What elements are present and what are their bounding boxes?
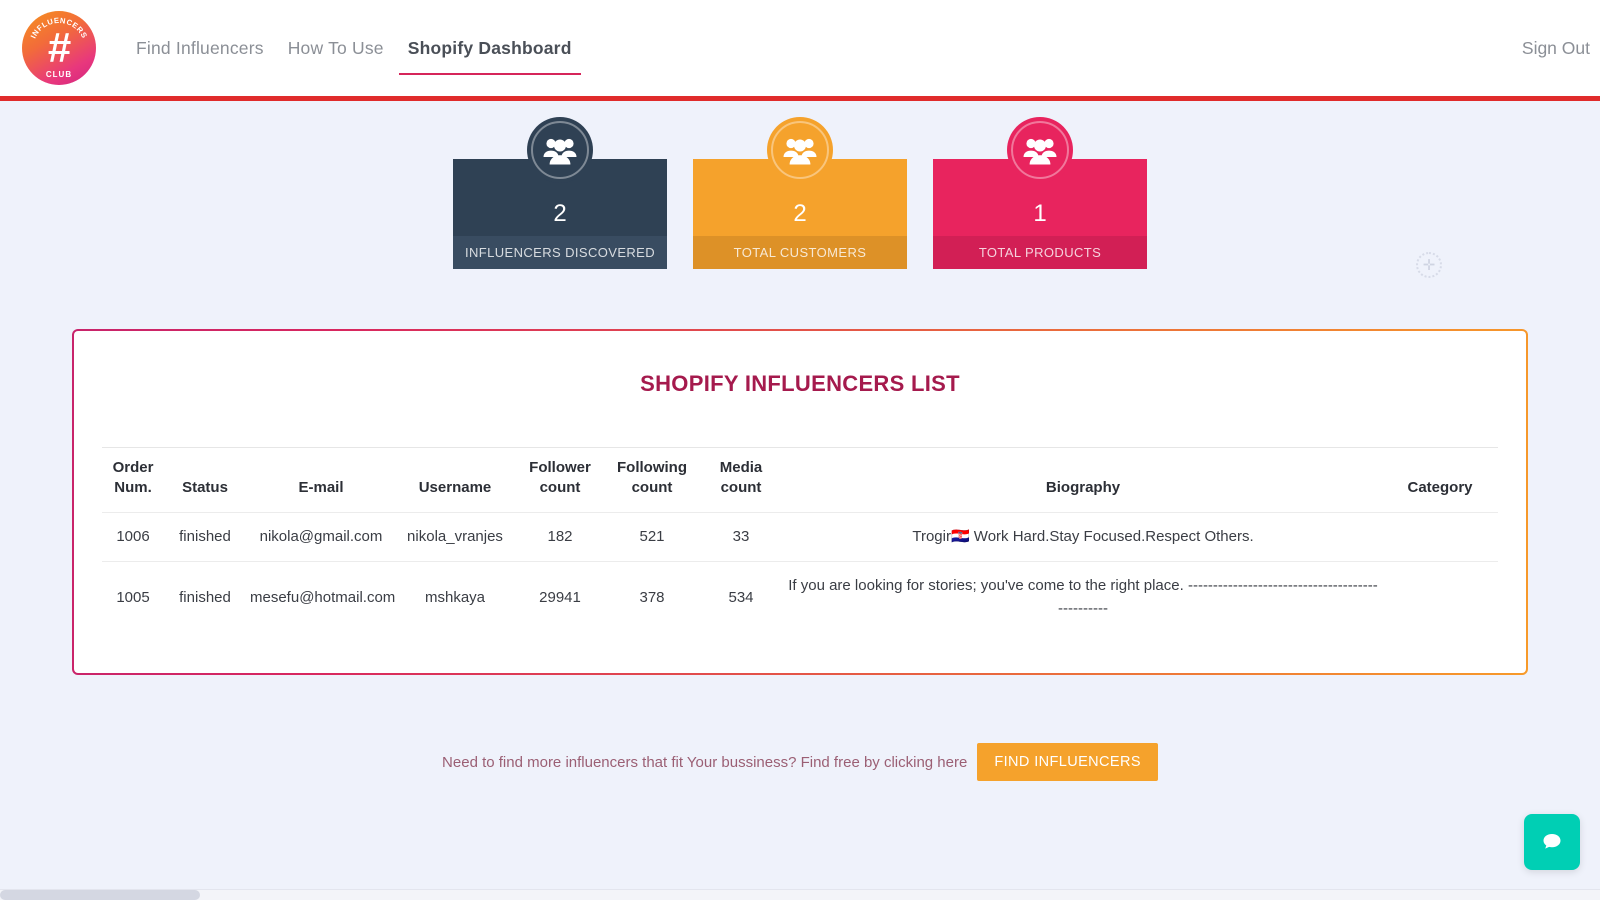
nav-right-group: Sign Out — [1522, 38, 1590, 59]
people-icon — [543, 138, 577, 165]
people-icon — [783, 138, 817, 165]
move-plus-icon[interactable]: ✛ — [1416, 252, 1442, 278]
logo-club-label: CLUB — [45, 70, 73, 79]
table-row[interactable]: 1006 finished nikola@gmail.com nikola_vr… — [102, 511, 1498, 562]
influencers-table: Order Num. Status E-mail Username Follow… — [102, 447, 1498, 634]
page-title: SHOPIFY INFLUENCERS LIST — [640, 371, 960, 396]
column-header-follower-count: Follower count — [514, 447, 606, 513]
stat-value-customers: 2 — [793, 200, 807, 227]
stat-card-total-products: 1 TOTAL PRODUCTS — [933, 117, 1147, 269]
header-line1-media: Media — [719, 459, 763, 476]
header-line2-order: Num. — [114, 478, 152, 496]
cell-media-count: 33 — [698, 511, 784, 562]
cell-username: nikola_vranjes — [396, 511, 514, 562]
cell-username: mshkaya — [396, 561, 514, 634]
influencers-panel-border: SHOPIFY INFLUENCERS LIST Order Num. Stat… — [72, 329, 1528, 676]
chat-bubble-icon — [1543, 834, 1561, 849]
cta-text: Need to find more influencers that fit Y… — [442, 753, 968, 771]
stat-value-influencers: 2 — [553, 200, 567, 227]
column-header-category: Category — [1382, 447, 1498, 513]
cell-media-count: 534 — [698, 561, 784, 634]
nav-links: Find Influencers How To Use Shopify Dash… — [124, 32, 584, 75]
cell-email: nikola@gmail.com — [246, 511, 396, 562]
sign-out-link[interactable]: Sign Out — [1522, 38, 1590, 59]
stat-card-influencers-discovered: 2 INFLUENCERS DISCOVERED — [453, 117, 667, 269]
cell-category — [1382, 511, 1498, 562]
stat-label-customers: TOTAL CUSTOMERS — [733, 245, 867, 260]
site-logo[interactable]: INFLUENCERS # CLUB — [22, 11, 96, 85]
column-header-order-num: Order Num. — [102, 447, 164, 513]
table-body: 1006 finished nikola@gmail.com nikola_vr… — [102, 511, 1498, 634]
cell-biography: If you are looking for stories; you've c… — [784, 561, 1382, 634]
header-line1-order: Order — [112, 459, 154, 476]
column-header-email: E-mail — [246, 447, 396, 513]
people-icon-badge-products — [1007, 117, 1073, 183]
find-influencers-button[interactable]: FIND INFLUENCERS — [977, 743, 1158, 782]
nav-link-find-influencers[interactable]: Find Influencers — [124, 32, 276, 65]
cell-biography: Trogir🇭🇷 Work Hard.Stay Focused.Respect … — [784, 511, 1382, 562]
people-icon-badge-influencers — [527, 117, 593, 183]
people-icon — [1023, 138, 1057, 165]
people-icon-badge-customers — [767, 117, 833, 183]
header-line2-follower: count — [539, 478, 581, 496]
logo-arc-label: INFLUENCERS — [29, 16, 89, 40]
stat-card-total-customers: 2 TOTAL CUSTOMERS — [693, 117, 907, 269]
cell-following-count: 521 — [606, 511, 698, 562]
stat-footer-products: TOTAL PRODUCTS — [933, 236, 1147, 269]
column-header-media-count: Media count — [698, 447, 784, 513]
nav-link-how-to-use[interactable]: How To Use — [276, 32, 396, 65]
cell-follower-count: 29941 — [514, 561, 606, 634]
cell-email: mesefu@hotmail.com — [246, 561, 396, 634]
column-header-following-count: Following count — [606, 447, 698, 513]
cell-order-num: 1006 — [102, 511, 164, 562]
header-line2-following: count — [631, 478, 673, 496]
cell-follower-count: 182 — [514, 511, 606, 562]
cell-status: finished — [164, 511, 246, 562]
stat-footer-influencers: INFLUENCERS DISCOVERED — [453, 236, 667, 269]
header-line1-following: Following — [617, 459, 687, 476]
cell-status: finished — [164, 561, 246, 634]
header-line1-follower: Follower — [529, 459, 591, 476]
table-header-row: Order Num. Status E-mail Username Follow… — [102, 447, 1498, 513]
cell-following-count: 378 — [606, 561, 698, 634]
influencers-panel: SHOPIFY INFLUENCERS LIST Order Num. Stat… — [74, 331, 1526, 674]
column-header-username: Username — [396, 447, 514, 513]
stat-label-influencers: INFLUENCERS DISCOVERED — [464, 245, 656, 260]
nav-link-shopify-dashboard[interactable]: Shopify Dashboard — [396, 32, 584, 75]
stats-row: 2 INFLUENCERS DISCOVERED 2 TOTAL CUSTOME… — [0, 101, 1600, 269]
horizontal-scrollbar-thumb[interactable] — [0, 890, 200, 900]
stat-label-products: TOTAL PRODUCTS — [978, 245, 1102, 260]
svg-text:INFLUENCERS: INFLUENCERS — [29, 16, 90, 40]
table-header: Order Num. Status E-mail Username Follow… — [102, 447, 1498, 513]
horizontal-scrollbar[interactable] — [0, 889, 1600, 900]
chat-widget-button[interactable] — [1524, 814, 1580, 870]
cell-order-num: 1005 — [102, 561, 164, 634]
table-row[interactable]: 1005 finished mesefu@hotmail.com mshkaya… — [102, 561, 1498, 634]
column-header-biography: Biography — [784, 447, 1382, 513]
cta-row: Need to find more influencers that fit Y… — [0, 743, 1600, 782]
column-header-status: Status — [164, 447, 246, 513]
header-line2-media: count — [720, 478, 762, 496]
stat-value-products: 1 — [1033, 200, 1047, 227]
stat-footer-customers: TOTAL CUSTOMERS — [693, 236, 907, 269]
top-navbar: INFLUENCERS # CLUB Find Influencers How … — [0, 0, 1600, 96]
cell-category — [1382, 561, 1498, 634]
